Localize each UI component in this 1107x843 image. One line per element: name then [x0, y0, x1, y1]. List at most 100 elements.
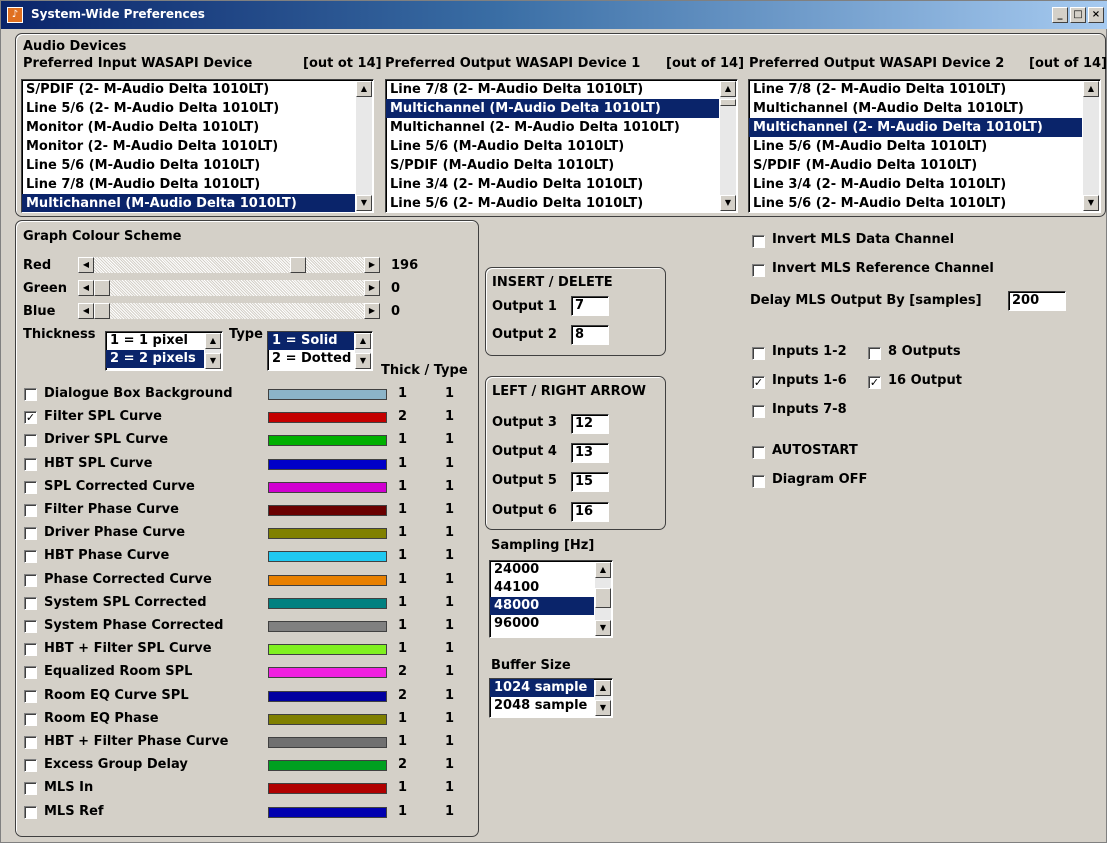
curve-color-swatch[interactable] — [268, 458, 387, 470]
scroll-left-icon[interactable]: ◀ — [78, 280, 94, 296]
vertical-scrollbar[interactable]: ▲ ▼ — [720, 81, 736, 211]
list-item[interactable]: 1 = 1 pixel — [106, 332, 204, 350]
scroll-up-icon[interactable]: ▲ — [595, 680, 611, 696]
output1-device-list[interactable]: Line 7/8 (2- M-Audio Delta 1010LT) Multic… — [385, 79, 738, 213]
buffer-size-list[interactable]: 1024 sample 2048 sample ▲ ▼ — [489, 678, 613, 718]
outputs-16-checkbox[interactable]: ✓ — [868, 376, 881, 389]
list-item[interactable]: Line 7/8 (2- M-Audio Delta 1010LT) — [386, 80, 719, 99]
list-item[interactable]: S/PDIF (M-Audio Delta 1010LT) — [749, 156, 1082, 175]
scroll-down-icon[interactable]: ▼ — [595, 700, 611, 716]
curve-color-swatch[interactable] — [268, 806, 387, 818]
inputs-1-6-checkbox[interactable]: ✓ — [752, 376, 765, 389]
curve-color-swatch[interactable] — [268, 621, 387, 632]
curve-checkbox[interactable] — [24, 434, 37, 448]
curve-checkbox[interactable] — [24, 620, 37, 633]
slider-thumb[interactable] — [94, 303, 110, 319]
vertical-scrollbar[interactable]: ▲ ▼ — [355, 333, 371, 369]
scroll-right-icon[interactable]: ▶ — [364, 280, 380, 296]
scroll-up-icon[interactable]: ▲ — [356, 81, 372, 97]
list-item[interactable]: Line 7/8 (2- M-Audio Delta 1010LT) — [749, 80, 1082, 99]
scroll-down-icon[interactable]: ▼ — [720, 195, 736, 211]
curve-color-swatch[interactable] — [268, 690, 387, 702]
curve-color-swatch[interactable] — [268, 389, 387, 400]
list-item[interactable]: S/PDIF (2- M-Audio Delta 1010LT) — [22, 80, 355, 99]
curve-checkbox[interactable] — [24, 782, 37, 796]
list-item[interactable]: S/PDIF (M-Audio Delta 1010LT) — [386, 156, 719, 175]
list-item[interactable]: Line 7/8 (M-Audio Delta 1010LT) — [22, 175, 355, 194]
list-item[interactable]: Multichannel (2- M-Audio Delta 1010LT) — [386, 118, 719, 137]
scroll-down-icon[interactable]: ▼ — [356, 195, 372, 211]
curve-checkbox[interactable] — [24, 504, 37, 517]
vertical-scrollbar[interactable]: ▲ ▼ — [1083, 81, 1099, 211]
curve-color-swatch[interactable] — [268, 574, 387, 586]
curve-color-swatch[interactable] — [268, 528, 387, 540]
curve-color-swatch[interactable] — [268, 760, 387, 772]
scroll-down-icon[interactable]: ▼ — [205, 353, 221, 369]
list-item[interactable]: 96000 — [490, 615, 594, 633]
scroll-up-icon[interactable]: ▲ — [1083, 81, 1099, 97]
curve-checkbox[interactable] — [24, 666, 37, 680]
red-slider[interactable]: ◀ ▶ — [78, 257, 380, 273]
curve-color-swatch[interactable] — [268, 783, 387, 795]
scroll-left-icon[interactable]: ◀ — [78, 257, 94, 273]
scroll-down-icon[interactable]: ▼ — [355, 353, 371, 369]
list-item[interactable]: 2 = Dotted — [268, 350, 354, 368]
scroll-thumb[interactable] — [595, 588, 611, 608]
title-bar[interactable]: ♪ System-Wide Preferences _ □ × — [1, 1, 1107, 29]
curve-color-swatch[interactable] — [268, 713, 387, 725]
curve-checkbox[interactable] — [24, 805, 37, 819]
list-item[interactable]: 48000 — [490, 597, 594, 615]
list-item[interactable]: Monitor (M-Audio Delta 1010LT) — [22, 118, 355, 137]
delay-input[interactable]: 200 — [1008, 291, 1066, 311]
scroll-up-icon[interactable]: ▲ — [720, 81, 736, 97]
list-item[interactable]: Line 5/6 (2- M-Audio Delta 1010LT) — [386, 194, 719, 212]
scroll-right-icon[interactable]: ▶ — [364, 257, 380, 273]
output1-input[interactable]: 7 — [571, 296, 609, 316]
list-item[interactable]: 2048 sample — [490, 697, 594, 715]
close-button[interactable]: × — [1088, 7, 1104, 23]
outputs-8-checkbox[interactable] — [868, 347, 881, 360]
curve-checkbox[interactable] — [24, 736, 37, 749]
list-item[interactable]: Line 5/6 (2- M-Audio Delta 1010LT) — [22, 99, 355, 118]
scroll-up-icon[interactable]: ▲ — [355, 333, 371, 349]
sampling-list[interactable]: 24000 44100 48000 96000 ▲ ▼ — [489, 560, 613, 638]
scroll-up-icon[interactable]: ▲ — [595, 562, 611, 578]
list-item[interactable]: Multichannel (M-Audio Delta 1010LT) — [22, 194, 355, 212]
invert-data-checkbox[interactable] — [752, 235, 765, 248]
scroll-thumb[interactable] — [720, 99, 736, 106]
list-item[interactable]: Line 5/6 (M-Audio Delta 1010LT) — [749, 137, 1082, 156]
curve-color-swatch[interactable] — [268, 481, 387, 493]
curve-color-swatch[interactable] — [268, 667, 387, 679]
list-item[interactable]: Line 3/4 (2- M-Audio Delta 1010LT) — [386, 175, 719, 194]
inputs-7-8-checkbox[interactable] — [752, 405, 765, 418]
scroll-up-icon[interactable]: ▲ — [205, 333, 221, 349]
vertical-scrollbar[interactable]: ▲ ▼ — [205, 333, 221, 369]
invert-reference-checkbox[interactable] — [752, 264, 765, 277]
list-item[interactable]: Monitor (2- M-Audio Delta 1010LT) — [22, 137, 355, 156]
output3-input[interactable]: 12 — [571, 414, 609, 434]
list-item[interactable]: Multichannel (M-Audio Delta 1010LT) — [386, 99, 719, 118]
list-item[interactable]: 44100 — [490, 579, 594, 597]
scroll-left-icon[interactable]: ◀ — [78, 303, 94, 319]
curve-checkbox[interactable] — [24, 457, 37, 471]
scroll-down-icon[interactable]: ▼ — [595, 620, 611, 636]
curve-checkbox[interactable] — [24, 596, 37, 610]
type-list[interactable]: 1 = Solid 2 = Dotted ▲ ▼ — [267, 331, 373, 371]
output4-input[interactable]: 13 — [571, 443, 609, 463]
slider-thumb[interactable] — [289, 257, 306, 273]
list-item[interactable]: Line 5/6 (M-Audio Delta 1010LT) — [386, 137, 719, 156]
vertical-scrollbar[interactable]: ▲ ▼ — [356, 81, 372, 211]
curve-checkbox[interactable] — [24, 643, 37, 657]
curve-color-swatch[interactable] — [268, 505, 387, 516]
list-item[interactable]: 1024 sample — [490, 679, 594, 697]
list-item[interactable]: Line 3/4 (2- M-Audio Delta 1010LT) — [749, 175, 1082, 194]
curve-color-swatch[interactable] — [268, 644, 387, 656]
list-item[interactable]: Multichannel (2- M-Audio Delta 1010LT) — [749, 118, 1082, 137]
list-item[interactable]: 24000 — [490, 561, 594, 579]
curve-checkbox[interactable] — [24, 480, 37, 494]
list-item[interactable]: 1 = Solid — [268, 332, 354, 350]
curve-color-swatch[interactable] — [268, 412, 387, 424]
curve-checkbox[interactable] — [24, 388, 37, 401]
diagram-off-checkbox[interactable] — [752, 475, 765, 488]
minimize-button[interactable]: _ — [1052, 7, 1068, 23]
